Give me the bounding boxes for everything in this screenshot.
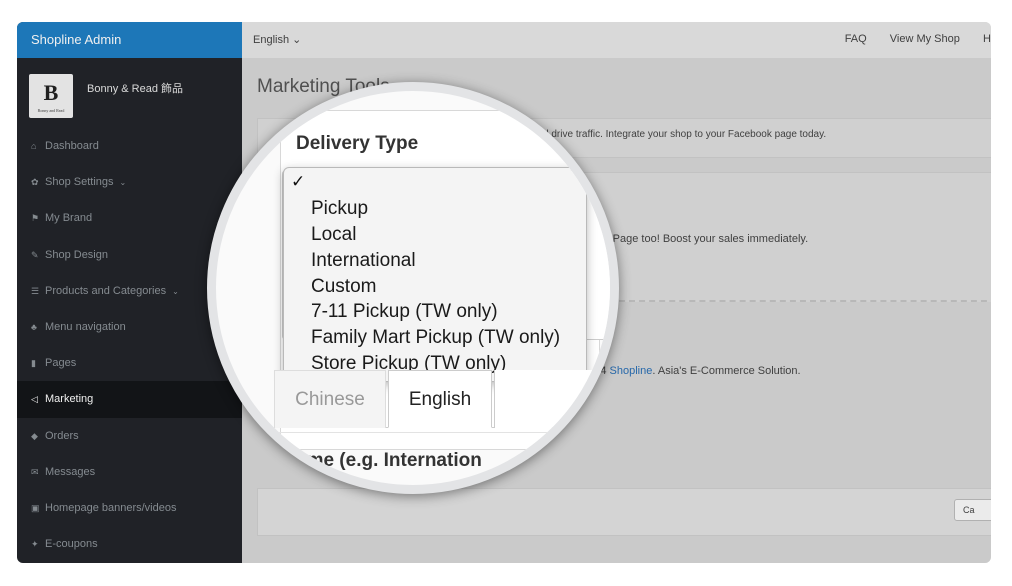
top-bar: English ⌄ FAQ View My Shop He xyxy=(242,22,991,58)
sidebar-item-e-coupons[interactable]: ✦ E-coupons xyxy=(17,526,242,562)
sidebar-item-label: Shop Settings xyxy=(45,176,114,189)
sidebar-item-label: Homepage banners/videos xyxy=(45,501,177,514)
envelope-icon: ✉ xyxy=(31,466,39,477)
sidebar-item-messages[interactable]: ✉ Messages xyxy=(17,454,242,490)
flag-icon: ⚑ xyxy=(31,213,40,224)
top-links: FAQ View My Shop He xyxy=(825,33,991,45)
sidebar-item-orders[interactable]: ◆ Orders xyxy=(17,418,242,454)
bullhorn-icon: ◁ xyxy=(31,394,38,405)
ticket-icon: ✦ xyxy=(31,539,39,550)
list-icon: ☰ xyxy=(31,285,40,296)
delivery-type-dropdown: ✓ Pickup Local International Custom 7-11 Pic… xyxy=(283,167,587,382)
help-link[interactable]: He xyxy=(983,33,991,45)
chevron-down-icon: ⌄ xyxy=(172,286,179,296)
sidebar-item-label: My Brand xyxy=(45,212,93,225)
sidebar-item-pages[interactable]: ▮ Pages xyxy=(17,345,242,381)
language-tabs: Chinese English xyxy=(274,370,610,428)
tag-icon: ◆ xyxy=(31,430,38,441)
shop-logo[interactable]: B Bonny and Read xyxy=(29,74,73,118)
sidebar-item-label: Messages xyxy=(45,465,96,478)
language-select[interactable]: English ⌄ xyxy=(253,33,301,46)
sidebar-item-homepage-banners-videos[interactable]: ▣ Homepage banners/videos xyxy=(17,490,242,526)
sidebar-item-label: Dashboard xyxy=(45,140,99,152)
gear-icon: ✿ xyxy=(31,177,39,188)
view-my-shop-link[interactable]: View My Shop xyxy=(890,33,960,45)
sidebar-item-label: E-coupons xyxy=(45,538,98,551)
sidebar-item-marketing[interactable]: ◁ Marketing xyxy=(17,381,242,418)
sidebar-item-label: Orders xyxy=(45,429,79,442)
form-actions-panel xyxy=(257,488,991,536)
tab-strip-filler xyxy=(494,370,610,428)
file-icon: ▮ xyxy=(31,358,36,369)
delivery-type-label: Delivery Type xyxy=(296,133,419,154)
sidebar-item-label: Pages xyxy=(45,357,77,370)
sidebar-item-label: Marketing xyxy=(45,393,94,406)
dropdown-option[interactable]: Local xyxy=(311,224,356,246)
dropdown-option[interactable]: Family Mart Pickup (TW only) xyxy=(311,327,560,349)
delivery-name-label: ame (e.g. Internation xyxy=(296,450,482,471)
sidebar-item-label: Menu navigation xyxy=(45,320,126,333)
shop-name: Bonny & Read 飾品 xyxy=(87,83,183,95)
sidebar-nav: ⌂ Dashboard ✿ Shop Settings ⌄ ⚑ My Brand ✎ Shop … xyxy=(17,128,242,562)
footer-text: 2014 Shopline. Asia's E-Commerce Solutio… xyxy=(582,365,801,377)
sidebar-item-shop-settings[interactable]: ✿ Shop Settings ⌄ xyxy=(17,164,242,200)
home-icon: ⌂ xyxy=(31,141,37,151)
dropdown-option[interactable]: Pickup xyxy=(311,198,368,220)
sitemap-icon: ♣ xyxy=(31,321,37,332)
tab-english[interactable]: English xyxy=(388,370,492,428)
check-icon: ✓ xyxy=(291,172,306,191)
cancel-button[interactable]: Ca xyxy=(954,499,991,521)
facebook-text: ok Page too! Boost your sales immediatel… xyxy=(598,233,809,245)
dropdown-option[interactable]: International xyxy=(311,250,416,272)
shop-info: B Bonny and Read Bonny & Read 飾品 xyxy=(17,58,242,128)
picture-icon: ▣ xyxy=(31,502,40,513)
dropdown-option[interactable]: 7-11 Pickup (TW only) xyxy=(311,301,498,323)
sidebar-item-label: Products and Categories xyxy=(45,284,167,297)
chevron-down-icon: ⌄ xyxy=(119,178,127,188)
magnifier-lens: Delivery Type ✓ Pickup Local International… xyxy=(207,82,619,494)
magic-wand-icon: ✎ xyxy=(31,249,39,260)
divider xyxy=(258,432,610,433)
sidebar-item-dashboard[interactable]: ⌂ Dashboard xyxy=(17,128,242,164)
shopline-link[interactable]: Shopline xyxy=(610,365,653,377)
tab-chinese[interactable]: Chinese xyxy=(274,370,386,428)
sidebar-item-label: Shop Design xyxy=(45,248,108,261)
app-title[interactable]: Shopline Admin xyxy=(17,22,242,58)
sidebar-item-my-brand[interactable]: ⚑ My Brand xyxy=(17,200,242,236)
faq-link[interactable]: FAQ xyxy=(845,33,867,45)
dropdown-option[interactable]: Custom xyxy=(311,276,376,298)
